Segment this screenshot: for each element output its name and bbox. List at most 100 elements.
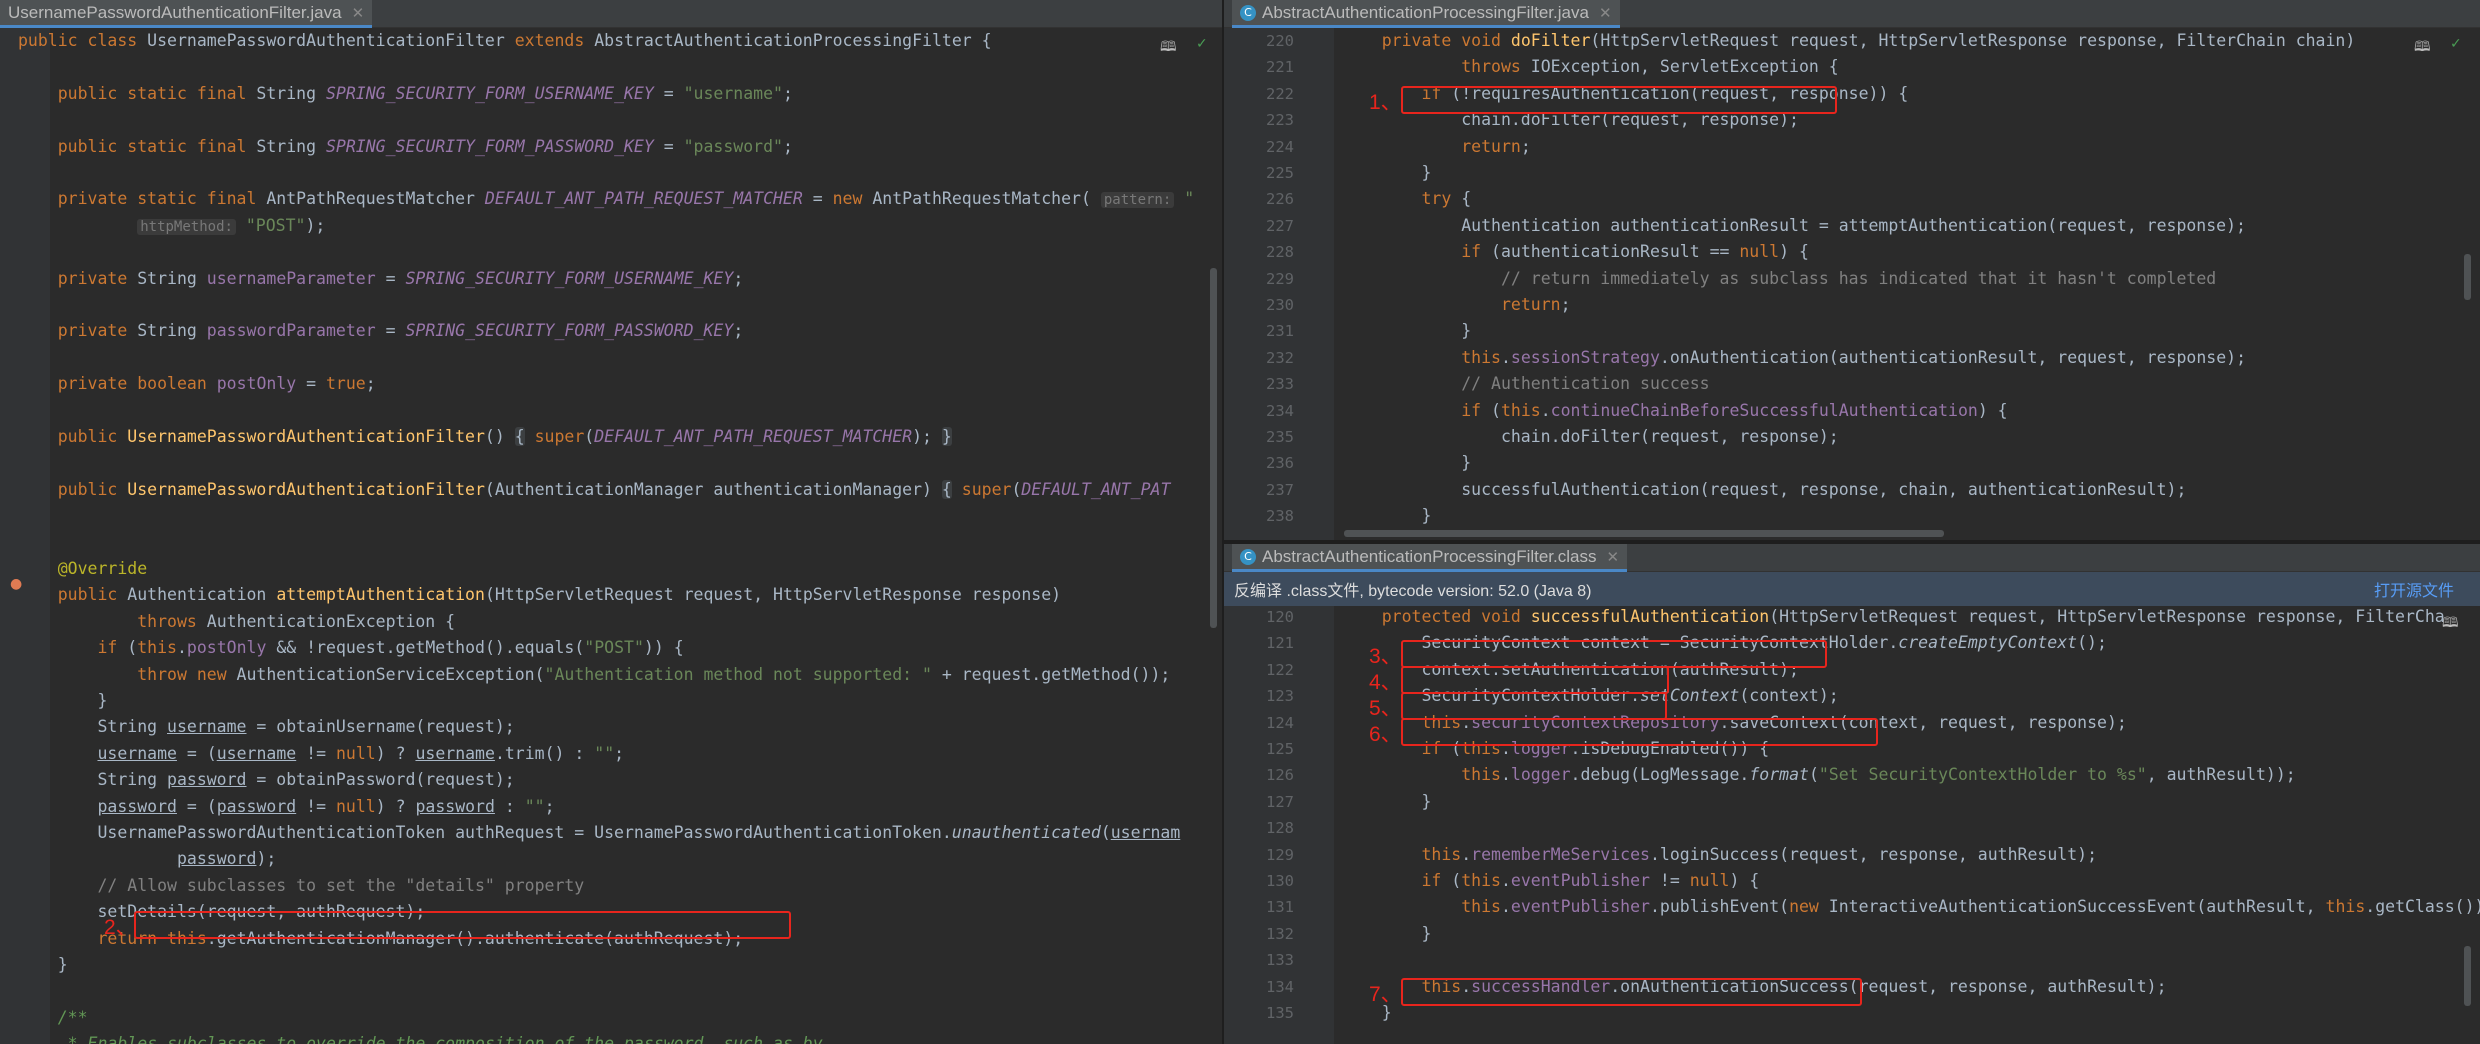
override-marker-icon[interactable]: ●: [10, 576, 22, 592]
code-line: }: [1342, 791, 1432, 811]
highlight-box-3: [1401, 640, 1827, 668]
line-number: 233: [1266, 375, 1294, 394]
code-line: // Authentication success: [1461, 374, 1710, 394]
code-line: successfulAuthentication(request, respon…: [1342, 479, 2187, 499]
code-line: if (this.eventPublisher != null) {: [1421, 871, 1760, 890]
code-line: this.rememberMeServices.loginSuccess(req…: [1421, 844, 2098, 864]
code-line: throws AuthenticationException {: [137, 611, 456, 631]
open-source-link[interactable]: 打开源文件: [2374, 577, 2470, 601]
code-line: * Enables subclasses to override the com…: [57, 1034, 823, 1044]
close-icon[interactable]: ✕: [1599, 4, 1612, 22]
line-number: 235: [1266, 428, 1294, 446]
code-line: public static final String SPRING_SECURI…: [57, 83, 793, 103]
code-line: httpMethod: "POST");: [18, 213, 325, 239]
line-number: 231: [1266, 322, 1294, 341]
line-number: 226: [1266, 190, 1294, 209]
code-line: }: [18, 691, 108, 710]
line-number: 135: [1266, 1004, 1294, 1022]
line-number: 133: [1266, 951, 1294, 970]
code-line: public UsernamePasswordAuthenticationFil…: [57, 479, 1171, 499]
line-number: 225: [1266, 164, 1294, 182]
annotation-1: 1、: [1369, 91, 1402, 114]
line-number: 223: [1266, 111, 1294, 130]
code-line: private String passwordParameter = SPRIN…: [57, 321, 744, 341]
tab-label: AbstractAuthenticationProcessingFilter.c…: [1262, 546, 1597, 566]
left-editor-pane: UsernamePasswordAuthenticationFilter.jav…: [0, 0, 1222, 1044]
book-icon[interactable]: 🕮: [1160, 36, 1177, 60]
line-number: 228: [1266, 243, 1294, 262]
annotation-7: 7、: [1369, 983, 1402, 1006]
annotation-6: 6、: [1369, 723, 1402, 746]
code-line: username = (username != null) ? username…: [97, 743, 625, 763]
code-line: private void doFilter(HttpServletRequest…: [1381, 31, 2356, 50]
code-line: private String usernameParameter = SPRIN…: [57, 268, 744, 288]
code-line: this.sessionStrategy.onAuthentication(au…: [1461, 347, 2247, 367]
tab-abstract-filter-class[interactable]: C AbstractAuthenticationProcessingFilter…: [1232, 544, 1628, 572]
right-top-tab-bar: C AbstractAuthenticationProcessingFilter…: [1224, 0, 2480, 28]
line-number: 126: [1266, 766, 1294, 785]
line-number: 132: [1266, 924, 1294, 943]
banner-text: 反编译 .class文件, bytecode version: 52.0 (Ja…: [1234, 583, 1592, 600]
code-line: @Override: [57, 559, 148, 578]
right-top-hscrollbar[interactable]: [1344, 530, 1944, 537]
annotation-2: 2、: [104, 916, 137, 939]
tab-username-password-filter[interactable]: UsernamePasswordAuthenticationFilter.jav…: [0, 0, 373, 28]
code-line: protected void successfulAuthentication(…: [1381, 607, 2445, 626]
line-number: 128: [1266, 819, 1294, 838]
tab-label: UsernamePasswordAuthenticationFilter.jav…: [8, 2, 342, 22]
line-number: 236: [1266, 454, 1294, 473]
code-line: public UsernamePasswordAuthenticationFil…: [57, 427, 952, 446]
code-line: this.logger.debug(LogMessage.format("Set…: [1461, 765, 2296, 785]
line-number: 130: [1266, 872, 1294, 890]
line-number: 124: [1266, 713, 1294, 732]
code-line: if (this.continueChainBeforeSuccessfulAu…: [1461, 400, 2008, 420]
highlight-box-2: [134, 911, 791, 939]
code-line: throws IOException, ServletException {: [1461, 57, 1839, 77]
left-code-area[interactable]: public class UsernamePasswordAuthenticat…: [0, 28, 1222, 1044]
tab-label: AbstractAuthenticationProcessingFilter.j…: [1262, 2, 1589, 22]
code-line: }: [1342, 453, 1472, 473]
check-icon: ✓: [1196, 36, 1208, 52]
code-line: Authentication authenticationResult = at…: [1342, 215, 2246, 235]
check-icon: ✓: [2450, 36, 2462, 52]
left-scrollbar[interactable]: [1210, 268, 1217, 628]
close-icon[interactable]: ✕: [1607, 548, 1620, 566]
line-number: 227: [1266, 216, 1294, 235]
code-line: chain.doFilter(request, response);: [1342, 427, 1839, 446]
book-icon[interactable]: 🕮: [2414, 36, 2431, 60]
close-icon[interactable]: ✕: [352, 4, 365, 22]
code-line: public Authentication attemptAuthenticat…: [57, 585, 1062, 605]
line-number: 134: [1266, 977, 1294, 996]
code-line: public class UsernamePasswordAuthenticat…: [18, 31, 992, 50]
right-top-scrollbar[interactable]: [2464, 254, 2471, 300]
code-line: }: [1342, 163, 1432, 182]
book-icon[interactable]: 🕮: [2442, 612, 2459, 636]
decompiled-banner: 反编译 .class文件, bytecode version: 52.0 (Ja…: [1224, 572, 2480, 606]
line-number: 131: [1266, 898, 1294, 917]
tab-abstract-filter-java[interactable]: C AbstractAuthenticationProcessingFilter…: [1232, 0, 1620, 28]
line-number: 220: [1266, 32, 1294, 50]
line-number: 224: [1266, 137, 1294, 156]
code-line: }: [1342, 923, 1432, 943]
code-line: return;: [1461, 136, 1531, 156]
code-line: // Allow subclasses to set the "details"…: [97, 875, 585, 895]
right-bottom-editor-pane: C AbstractAuthenticationProcessingFilter…: [1224, 544, 2480, 1044]
code-line: throw new AuthenticationServiceException…: [137, 664, 1171, 684]
line-number: 234: [1266, 401, 1294, 420]
line-number: 127: [1266, 792, 1294, 811]
class-icon: C: [1240, 4, 1256, 21]
right-bottom-scrollbar[interactable]: [2464, 946, 2471, 1006]
code-line: // return immediately as subclass has in…: [1500, 268, 2217, 288]
code-line: if (authenticationResult == null) {: [1461, 242, 1809, 262]
line-number: 125: [1266, 740, 1294, 758]
line-number: 121: [1266, 634, 1294, 653]
line-number: 222: [1266, 84, 1294, 103]
code-line: String password = obtainPassword(request…: [18, 770, 515, 790]
code-line: /**: [57, 1007, 88, 1027]
code-line: private static final AntPathRequestMatch…: [57, 189, 1195, 209]
line-number: 123: [1266, 687, 1294, 706]
code-line: password = (password != null) ? password…: [97, 796, 555, 816]
code-line: }: [18, 955, 68, 974]
code-line: this.eventPublisher.publishEvent(new Int…: [1461, 897, 2480, 917]
line-number: 122: [1266, 660, 1294, 679]
